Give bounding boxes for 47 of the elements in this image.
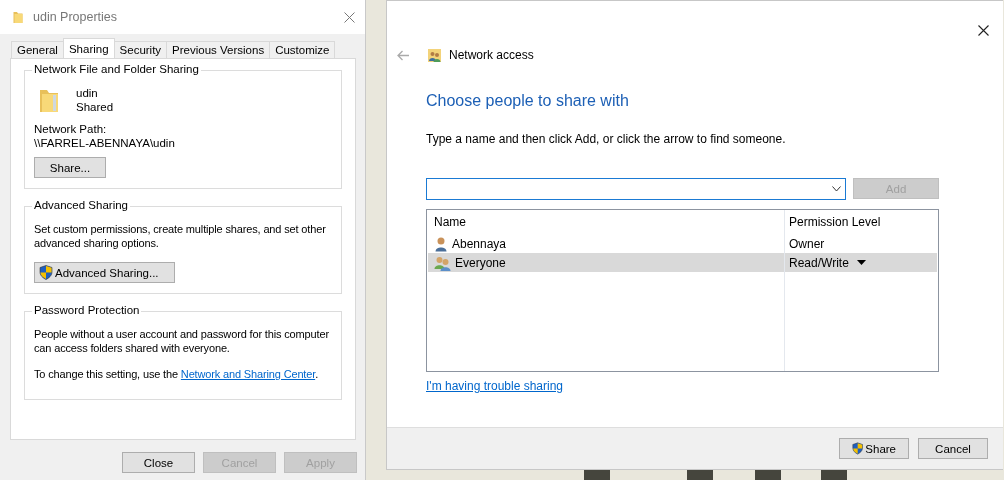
user-name: Abennaya <box>452 236 507 251</box>
description-text: Set custom permissions, create multiple shares, and set other advanced sharing options. <box>34 222 327 250</box>
list-row[interactable]: Abennaya Owner <box>428 234 937 253</box>
dark-block <box>821 470 847 480</box>
settings-sentence: To change this setting, use the Network and Sharing Center. <box>34 367 320 381</box>
network-path: \\FARREL-ABENNAYA\udin <box>34 137 176 149</box>
dark-block <box>687 470 713 480</box>
share-status: Shared <box>76 101 114 113</box>
user-name: Everyone <box>455 255 506 270</box>
group-heading: Password Protection <box>32 304 142 316</box>
tab[interactable]: Sharing <box>62 38 115 58</box>
sharing-center-link[interactable]: Network and Sharing Center <box>180 368 316 380</box>
permission-level: Owner <box>789 236 825 251</box>
column-header[interactable]: Name <box>428 215 783 229</box>
advanced-sharing-button[interactable]: Advanced Sharing... <box>34 262 175 283</box>
share-button[interactable]: Share... <box>34 157 106 178</box>
chevron-down-icon[interactable] <box>832 186 842 192</box>
permission-level: Read/Write <box>789 255 849 270</box>
group-heading: Network File and Folder Sharing <box>32 63 201 75</box>
folder-name: udin <box>76 87 99 99</box>
help-link[interactable]: I'm having trouble sharing <box>426 379 564 393</box>
dark-block <box>755 470 781 480</box>
path-label: Network Path: <box>34 123 108 135</box>
person-icon <box>434 235 448 252</box>
description-text: People without a user account and password for this computer can access folders shared with everyone. <box>34 327 330 355</box>
dialog-button[interactable]: Cancel <box>918 438 988 459</box>
shield-icon <box>39 265 53 280</box>
people-icon <box>428 48 441 62</box>
instruction-text: Type a name and then click Add, or click the arrow to find someone. <box>426 132 787 146</box>
name-combo-box[interactable] <box>426 178 847 200</box>
group-heading: Advanced Sharing <box>32 199 130 211</box>
column-header[interactable]: Permission Level <box>783 215 881 229</box>
people-icon <box>434 254 451 271</box>
tab[interactable]: General <box>11 41 64 58</box>
window-title: udin Properties <box>33 10 119 24</box>
tab[interactable]: Customize <box>269 41 336 58</box>
tab[interactable]: Security <box>113 41 168 58</box>
shield-icon <box>852 441 864 456</box>
dialog-button[interactable]: Share <box>839 438 909 459</box>
dropdown-icon[interactable] <box>856 260 866 265</box>
dialog-title: Network access <box>449 48 534 62</box>
folder-icon <box>12 10 24 24</box>
list-row[interactable]: Everyone Read/Write <box>428 253 937 272</box>
dialog-button[interactable]: Close <box>122 452 195 473</box>
close-icon[interactable] <box>978 25 989 36</box>
dark-block <box>584 470 610 480</box>
dialog-heading: Choose people to share with <box>426 92 630 110</box>
